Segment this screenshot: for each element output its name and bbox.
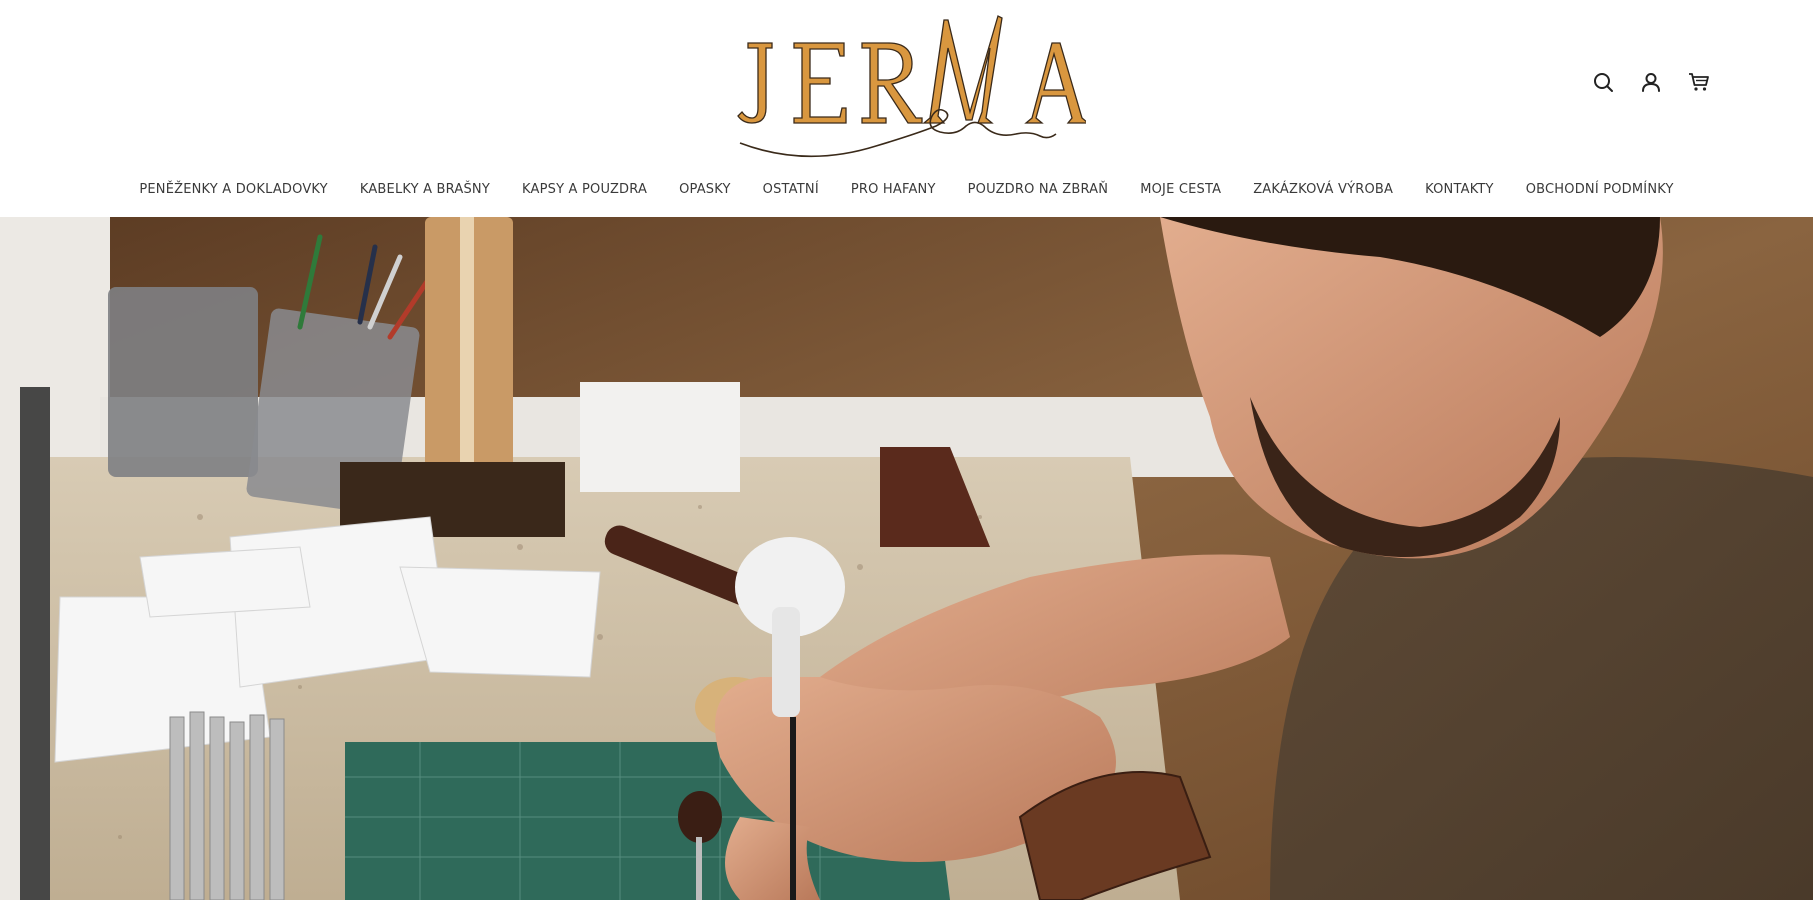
nav-item-opasky[interactable]: OPASKY: [679, 182, 731, 197]
brand-logo[interactable]: [726, 8, 1086, 160]
cart-icon[interactable]: [1687, 70, 1711, 94]
main-navigation: PENĚŽENKY A DOKLADOVKY KABELKY A BRAŠNY …: [0, 182, 1813, 197]
nav-item-moje-cesta[interactable]: MOJE CESTA: [1140, 182, 1221, 197]
nav-item-ostatni[interactable]: OSTATNÍ: [763, 182, 819, 197]
jerma-logo-graphic: [737, 15, 1086, 158]
hero-image: [0, 217, 1813, 900]
user-icon[interactable]: [1639, 70, 1663, 94]
site-header: PENĚŽENKY A DOKLADOVKY KABELKY A BRAŠNY …: [0, 0, 1813, 217]
nav-item-pro-hafany[interactable]: PRO HAFANY: [851, 182, 936, 197]
header-actions: [1591, 70, 1711, 94]
nav-item-zakazkova-vyroba[interactable]: ZAKÁZKOVÁ VÝROBA: [1253, 182, 1393, 197]
nav-item-pouzdro-na-zbran[interactable]: POUZDRO NA ZBRAŇ: [968, 182, 1109, 197]
nav-item-kontakty[interactable]: KONTAKTY: [1425, 182, 1494, 197]
nav-item-kapsy[interactable]: KAPSY A POUZDRA: [522, 182, 647, 197]
hero-workshop-photo: [0, 217, 1813, 900]
search-icon[interactable]: [1591, 70, 1615, 94]
nav-item-obchodni-podminky[interactable]: OBCHODNÍ PODMÍNKY: [1526, 182, 1674, 197]
nav-item-kabelky[interactable]: KABELKY A BRAŠNY: [360, 182, 490, 197]
nav-item-penezenky[interactable]: PENĚŽENKY A DOKLADOVKY: [139, 182, 328, 197]
